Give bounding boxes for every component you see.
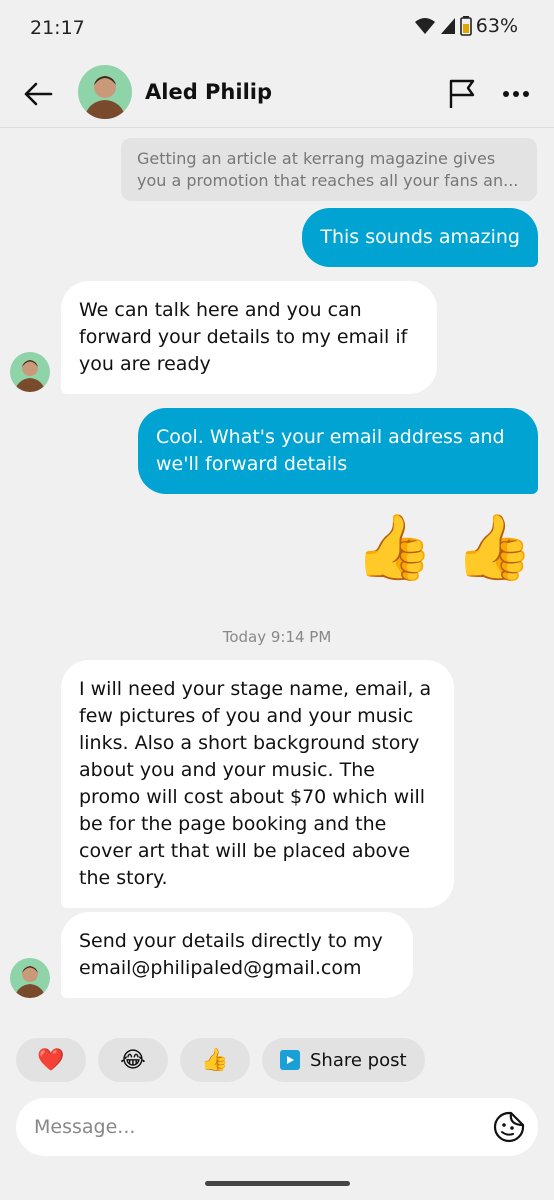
status-icons: 63%: [414, 15, 518, 37]
laugh-reaction-button[interactable]: 😂: [98, 1038, 168, 1082]
message-bubble-outgoing[interactable]: Cool. What's your email address and we'l…: [138, 408, 538, 494]
flag-icon: [449, 79, 475, 108]
quoted-line: you a promotion that reaches all your fa…: [137, 171, 519, 190]
message-list[interactable]: Getting an article at kerrang magazine g…: [0, 128, 554, 1018]
avatar[interactable]: [78, 65, 132, 119]
avatar[interactable]: [10, 958, 50, 998]
message-composer: [16, 1098, 538, 1156]
message-timestamp: Today 9:14 PM: [222, 628, 332, 646]
sticker-button[interactable]: [492, 1110, 526, 1144]
conversation-header: Aled Philip: [0, 58, 554, 128]
emoji-message[interactable]: 👍 👍: [354, 508, 534, 588]
battery-icon: [459, 16, 472, 36]
avatar[interactable]: [10, 352, 50, 392]
more-horizontal-icon: [503, 91, 529, 97]
play-icon: [280, 1050, 300, 1070]
message-input[interactable]: [34, 1098, 474, 1156]
battery-level: 63%: [475, 15, 518, 37]
quoted-message: Getting an article at kerrang magazine g…: [121, 138, 537, 201]
back-button[interactable]: [18, 74, 58, 114]
arrow-left-icon: [24, 82, 53, 106]
contact-name[interactable]: Aled Philip: [145, 80, 272, 104]
share-post-button[interactable]: Share post: [262, 1038, 425, 1082]
quick-reply-bar: ❤️ 😂 👍 Share post: [16, 1038, 425, 1082]
wifi-icon: [414, 18, 435, 34]
message-bubble-incoming[interactable]: We can talk here and you can forward you…: [61, 281, 437, 394]
message-bubble-incoming[interactable]: I will need your stage name, email, a fe…: [61, 660, 454, 908]
thumbs-up-reaction-button[interactable]: 👍: [180, 1038, 250, 1082]
sticker-icon: [493, 1111, 525, 1143]
message-bubble-outgoing[interactable]: This sounds amazing: [302, 208, 538, 267]
more-options-button[interactable]: [496, 74, 536, 114]
heart-reaction-button[interactable]: ❤️: [16, 1038, 86, 1082]
quoted-line: Getting an article at kerrang magazine g…: [137, 149, 496, 168]
home-indicator[interactable]: [205, 1181, 350, 1186]
signal-icon: [440, 18, 455, 34]
report-button[interactable]: [444, 74, 480, 114]
status-bar: 21:17 63%: [0, 0, 554, 58]
share-post-label: Share post: [310, 1049, 407, 1071]
message-bubble-incoming[interactable]: Send your details directly to my email@p…: [61, 912, 413, 998]
status-time: 21:17: [30, 17, 85, 39]
